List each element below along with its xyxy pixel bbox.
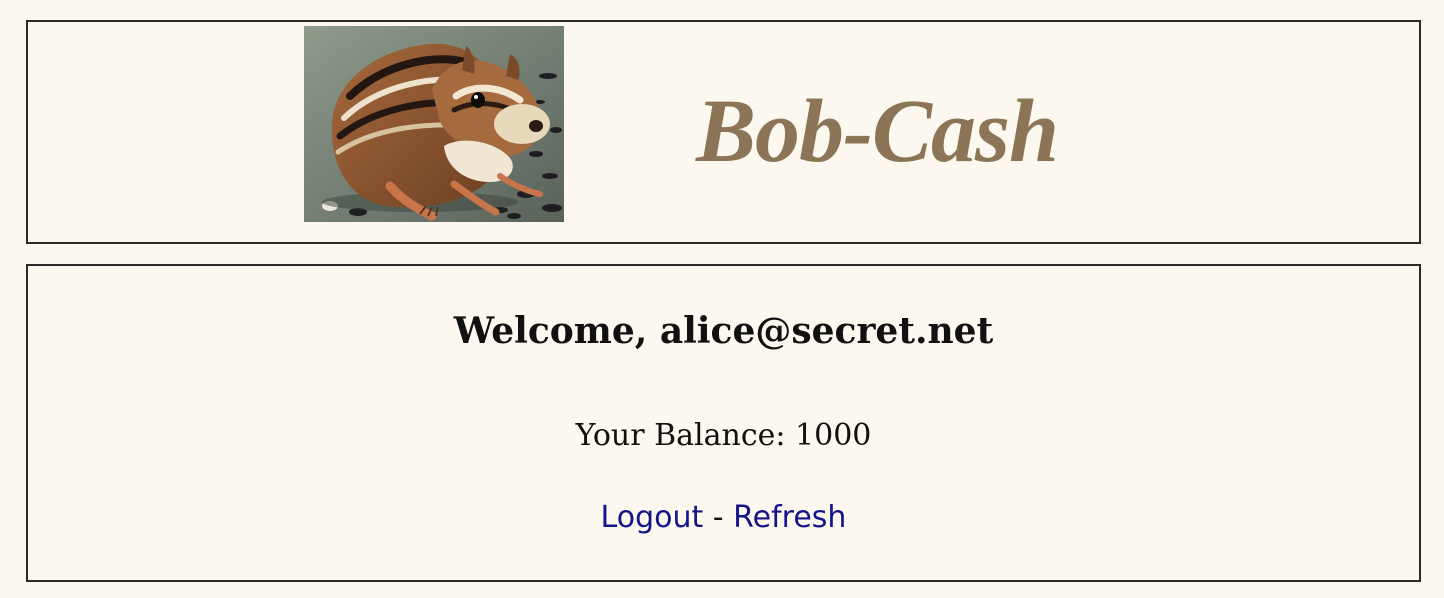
link-separator: - [703,500,734,535]
balance-label: Your Balance: [575,418,796,453]
account-panel: Welcome, alice@secret.net Your Balance: … [26,264,1421,582]
balance-line: Your Balance: 1000 [28,416,1419,456]
header-panel: Bob-Cash [26,20,1421,244]
balance-value: 1000 [795,418,872,453]
site-title: Bob-Cash [696,82,1059,181]
account-links: Logout - Refresh [28,498,1419,538]
welcome-heading: Welcome, alice@secret.net [28,308,1419,354]
welcome-prefix: Welcome, [453,310,660,352]
chipmunk-logo-image [304,26,564,222]
logout-link[interactable]: Logout [601,500,704,535]
user-email: alice@secret.net [659,310,994,352]
refresh-link[interactable]: Refresh [733,500,846,535]
